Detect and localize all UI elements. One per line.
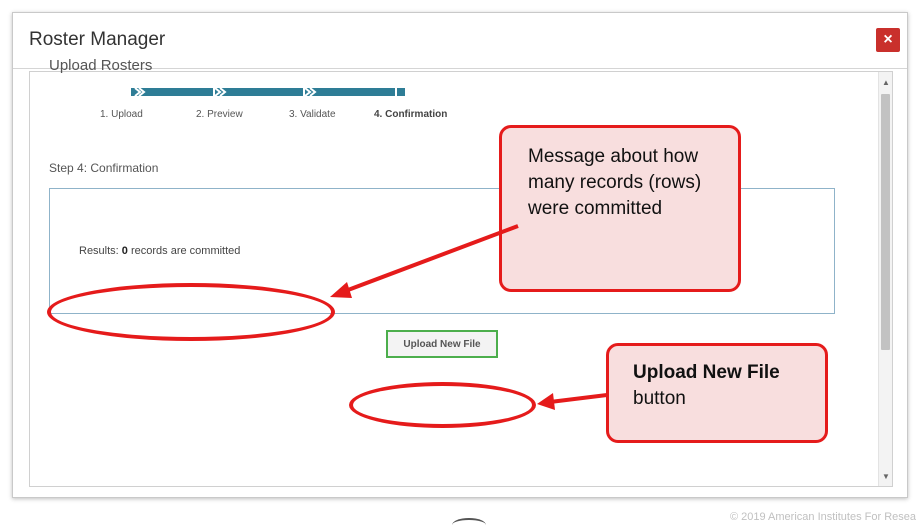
step-heading: Step 4: Confirmation <box>49 161 159 175</box>
step-label-validate: 3. Validate <box>289 109 336 120</box>
scroll-up-arrow-icon[interactable]: ▲ <box>879 78 892 88</box>
step-label-upload: 1. Upload <box>100 109 143 120</box>
results-message: Results: 0 records are committed <box>79 245 240 257</box>
message-callout: Message about how many records (rows) we… <box>499 125 741 292</box>
upload-callout-bold: Upload New File <box>633 362 780 383</box>
upload-button-callout: Upload New File button <box>606 343 828 443</box>
progress-segment-preview <box>215 88 303 96</box>
results-prefix: Results: <box>79 245 122 257</box>
progress-segment-validate <box>305 88 395 96</box>
button-highlight-ellipse <box>349 382 536 428</box>
results-suffix: records are committed <box>127 245 241 257</box>
dialog-title: Roster Manager <box>29 29 166 50</box>
section-title: Upload Rosters <box>49 57 153 74</box>
scroll-down-arrow-icon[interactable]: ▼ <box>879 472 892 482</box>
copyright-text: © 2019 American Institutes For Resea <box>729 511 916 523</box>
upload-new-file-button[interactable]: Upload New File <box>386 330 498 358</box>
results-highlight-ellipse <box>47 283 335 341</box>
close-button[interactable]: × <box>876 28 900 52</box>
close-icon: × <box>883 31 893 48</box>
vertical-scrollbar[interactable]: ▲ ▼ <box>878 72 892 486</box>
step-label-preview: 2. Preview <box>196 109 243 120</box>
step-label-confirmation: 4. Confirmation <box>374 109 448 120</box>
bottom-handle-icon <box>452 518 486 532</box>
step-progress-bar <box>131 87 405 97</box>
upload-callout-rest: button <box>633 388 686 409</box>
scrollbar-thumb[interactable] <box>881 94 890 350</box>
progress-segment-confirmation <box>397 88 405 96</box>
